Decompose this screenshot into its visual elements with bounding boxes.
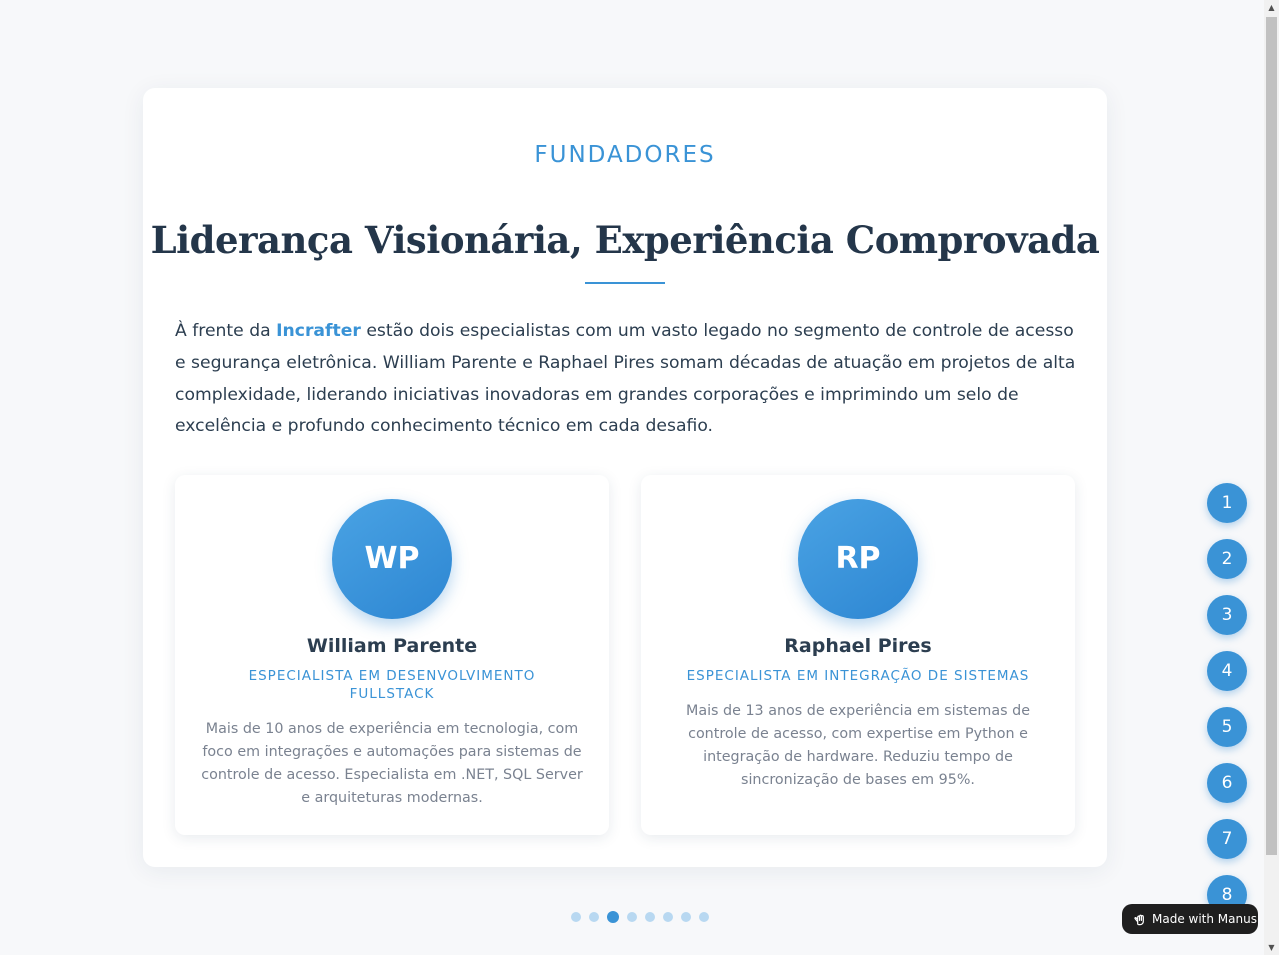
headline-divider <box>585 282 665 284</box>
intro-brand: Incrafter <box>276 321 361 341</box>
pagination-dot-active[interactable] <box>607 911 619 923</box>
founder-card-william: WP William Parente ESPECIALISTA EM DESEN… <box>175 475 609 835</box>
slide-nav-button-6[interactable]: 6 <box>1207 763 1247 803</box>
section-headline: Liderança Visionária, Experiência Compro… <box>150 218 1100 262</box>
intro-prefix: À frente da <box>175 321 277 341</box>
scroll-down-arrow-icon[interactable]: ▼ <box>1264 940 1279 955</box>
founder-role: ESPECIALISTA EM INTEGRAÇÃO DE SISTEMAS <box>686 668 1030 684</box>
founder-name: William Parente <box>306 635 478 657</box>
avatar: RP <box>798 499 918 619</box>
pagination-dot[interactable] <box>589 912 599 922</box>
avatar: WP <box>332 499 452 619</box>
slide-nav-button-5[interactable]: 5 <box>1207 707 1247 747</box>
slide-nav-button-3[interactable]: 3 <box>1207 595 1247 635</box>
pagination-dot[interactable] <box>663 912 673 922</box>
founder-name: Raphael Pires <box>784 635 932 657</box>
slide-nav-button-4[interactable]: 4 <box>1207 651 1247 691</box>
slide-nav-button-1[interactable]: 1 <box>1207 483 1247 523</box>
founders-card: FUNDADORES Liderança Visionária, Experiê… <box>143 88 1107 867</box>
intro-paragraph: À frente da Incrafter estão dois especia… <box>175 316 1079 443</box>
pagination-dots <box>571 911 709 923</box>
scroll-up-arrow-icon[interactable]: ▲ <box>1264 0 1279 15</box>
pagination-dot[interactable] <box>699 912 709 922</box>
founder-bio: Mais de 13 anos de experiência em sistem… <box>685 703 1030 788</box>
manus-hand-icon <box>1134 914 1144 926</box>
founder-role: ESPECIALISTA EM DESENVOLVIMENTO FULLSTAC… <box>248 668 536 702</box>
section-eyebrow: FUNDADORES <box>534 142 716 168</box>
pagination-dot[interactable] <box>645 912 655 922</box>
slide-nav-button-7[interactable]: 7 <box>1207 819 1247 859</box>
founder-card-raphael: RP Raphael Pires ESPECIALISTA EM INTEGRA… <box>641 475 1075 835</box>
founder-bio: Mais de 10 anos de experiência em tecnol… <box>201 721 583 806</box>
scrollbar-thumb[interactable] <box>1266 17 1277 855</box>
pagination-dot[interactable] <box>571 912 581 922</box>
vertical-scrollbar[interactable]: ▲ ▼ <box>1264 0 1279 955</box>
pagination-dot[interactable] <box>681 912 691 922</box>
pagination-dot[interactable] <box>627 912 637 922</box>
made-with-manus-badge[interactable]: Made with Manus <box>1122 904 1258 934</box>
slide-nav-button-2[interactable]: 2 <box>1207 539 1247 579</box>
badge-label: Made with Manus <box>1152 912 1257 926</box>
